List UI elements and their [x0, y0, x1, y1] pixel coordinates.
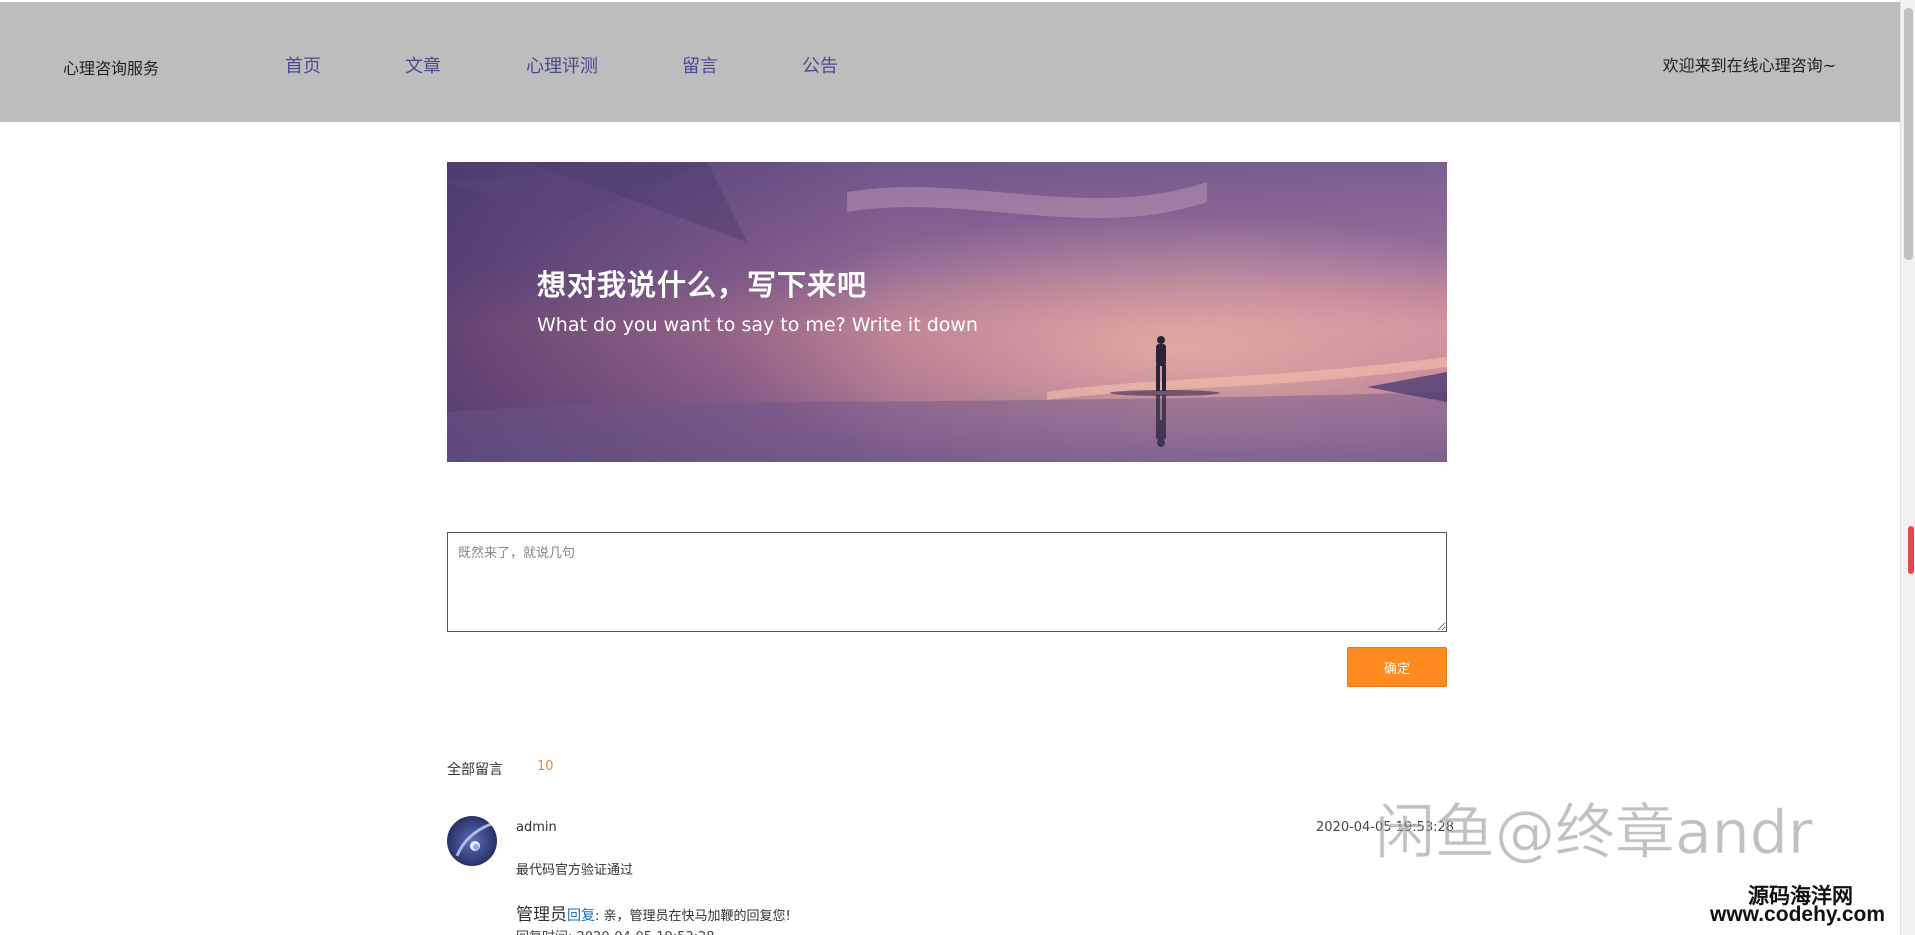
nav-messages[interactable]: 留言 [682, 52, 718, 78]
all-messages-label: 全部留言 [447, 762, 503, 778]
overlay-watermark: 闲鱼@终章andr [1375, 798, 1814, 869]
banner-subtitle: What do you want to say to me? Write it … [537, 314, 978, 336]
message-count: 10 [537, 759, 554, 774]
nav-announcements[interactable]: 公告 [802, 52, 838, 78]
nav-home[interactable]: 首页 [285, 52, 321, 78]
avatar [447, 816, 497, 866]
message-content: 最代码官方验证通过 [516, 863, 634, 878]
reply-author: 管理员 [516, 905, 567, 925]
reply-text: : 亲，管理员在快马加鞭的回复您! [595, 909, 791, 924]
admin-reply: 管理员回复: 亲，管理员在快马加鞭的回复您! [516, 900, 791, 925]
scroll-position-marker [1908, 526, 1914, 574]
message-banner: 想对我说什么，写下来吧 What do you want to say to m… [447, 162, 1447, 462]
nav-articles[interactable]: 文章 [405, 52, 441, 78]
site-brand[interactable]: 心理咨询服务 [63, 55, 159, 79]
message-author: admin [516, 820, 557, 835]
welcome-text: 欢迎来到在线心理咨询~ [1662, 56, 1836, 75]
page-scrollbar[interactable] [1900, 0, 1915, 935]
reply-time: 回复时间: 2020-04-05 19:53:28 [516, 926, 715, 935]
scrollbar-thumb[interactable] [1904, 8, 1913, 260]
top-navbar: 心理咨询服务 首页 文章 心理评测 留言 公告 欢迎来到在线心理咨询~ [0, 2, 1900, 122]
nav-psych-test[interactable]: 心理评测 [526, 52, 598, 78]
reply-link[interactable]: 回复 [567, 908, 595, 924]
confirm-button[interactable]: 确定 [1347, 647, 1447, 687]
site-watermark-url: www.codehy.com [1710, 903, 1886, 926]
banner-title: 想对我说什么，写下来吧 [537, 268, 868, 302]
banner-image [447, 162, 1447, 462]
message-textarea[interactable] [447, 532, 1447, 632]
avatar-image [447, 816, 497, 866]
